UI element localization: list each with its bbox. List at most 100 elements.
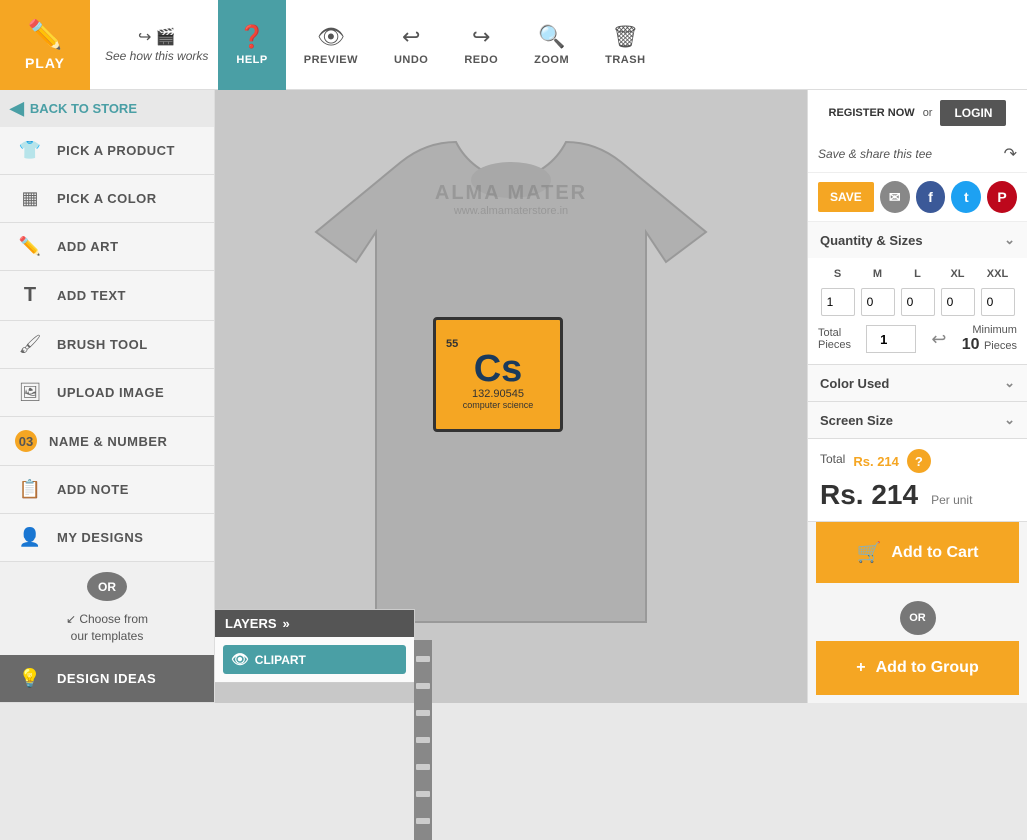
resize-handle[interactable] <box>416 818 430 824</box>
sidebar-item-brush-tool[interactable]: 🖌 BRUSH TOOL <box>0 321 214 369</box>
total-price-amount: Rs. 214 <box>853 454 899 469</box>
clipart-element[interactable]: 55 Cs 132.90545 computer science <box>433 317 563 432</box>
redo-icon: ↪ <box>472 24 490 50</box>
email-share-button[interactable]: ✉ <box>880 181 910 213</box>
layer-visibility-icon: 👁 <box>231 651 249 668</box>
size-input-xxl[interactable] <box>981 288 1015 316</box>
save-share-text: Save & share this tee <box>818 147 1004 161</box>
element-mass: 132.90545 <box>472 388 524 400</box>
twitter-share-button[interactable]: t <box>951 181 981 213</box>
screen-size-header[interactable]: Screen Size ⌄ <box>808 402 1027 438</box>
preview-button[interactable]: 👁 PREVIEW <box>286 0 376 90</box>
my-designs-label: MY DESIGNS <box>57 530 143 545</box>
price-section: Total Rs. 214 ? Rs. 214 Per unit <box>808 439 1027 522</box>
trash-label: TRASH <box>605 54 645 66</box>
sidebar-item-add-art[interactable]: ✏️ ADD ART <box>0 223 214 271</box>
sidebar-item-pick-color[interactable]: ▦ PICK A COLOR <box>0 175 214 223</box>
layers-panel: LAYERS » 👁 CLIPART <box>215 609 415 683</box>
resize-handle[interactable] <box>416 791 430 797</box>
total-row: TotalPieces ↩ Minimum 10 Pieces <box>818 324 1017 354</box>
add-text-label: ADD TEXT <box>57 288 126 303</box>
play-label: PLAY <box>25 55 65 71</box>
plus-icon: + <box>856 659 865 677</box>
color-used-section: Color Used ⌄ <box>808 365 1027 402</box>
tshirt-container: ALMA MATER www.almamaterstore.in 55 Cs 1… <box>296 132 726 662</box>
size-input-l[interactable] <box>901 288 935 316</box>
main-content: ◀ BACK TO STORE 👕 PICK A PRODUCT ▦ PICK … <box>0 90 1027 703</box>
qty-sizes-section: Quantity & Sizes ⌄ S M L XL XXL <box>808 222 1027 365</box>
redo-label: REDO <box>464 54 498 66</box>
size-input-s[interactable] <box>821 288 855 316</box>
zoom-button[interactable]: 🔍 ZOOM <box>516 0 587 90</box>
sidebar-item-design-ideas[interactable]: 💡 DESIGN IDEAS <box>0 655 214 703</box>
help-button[interactable]: ❓ HELP <box>218 0 285 90</box>
resize-handle[interactable] <box>416 737 430 743</box>
canvas-area[interactable]: ALMA MATER www.almamaterstore.in 55 Cs 1… <box>215 90 807 703</box>
min-value: 10 <box>962 336 980 353</box>
undo-button[interactable]: ↩ UNDO <box>376 0 446 90</box>
redo-button[interactable]: ↪ REDO <box>446 0 516 90</box>
color-used-header[interactable]: Color Used ⌄ <box>808 365 1027 401</box>
help-icon: ❓ <box>238 24 265 50</box>
text-icon: T <box>15 284 45 307</box>
name-number-label: NAME & NUMBER <box>49 434 167 449</box>
note-icon: 📋 <box>15 479 45 500</box>
person-icon: 👤 <box>15 527 45 548</box>
sidebar-item-add-note[interactable]: 📋 ADD NOTE <box>0 466 214 514</box>
see-how-button[interactable]: ↪ 🎬 See how this works <box>105 27 208 63</box>
help-label: HELP <box>236 54 267 66</box>
layer-item[interactable]: 👁 CLIPART <box>223 645 406 674</box>
element-symbol: Cs <box>474 350 523 388</box>
choose-arrow-icon: ↙ <box>66 612 76 626</box>
size-input-m[interactable] <box>861 288 895 316</box>
resize-handle[interactable] <box>416 764 430 770</box>
trash-icon: 🗑 <box>611 24 639 50</box>
total-price-row: Total Rs. 214 ? <box>820 449 1015 473</box>
or-divider-right: OR <box>900 601 936 635</box>
resize-handle[interactable] <box>416 656 430 662</box>
save-button[interactable]: SAVE <box>818 182 874 212</box>
choose-templates-button[interactable]: ↙ Choose from our templates <box>0 606 214 655</box>
zoom-label: ZOOM <box>534 54 569 66</box>
save-share-arrow-icon: ↷ <box>1004 144 1017 164</box>
resize-handle[interactable] <box>416 683 430 689</box>
price-row: Rs. 214 Per unit <box>820 479 1015 511</box>
upload-image-label: UPLOAD IMAGE <box>57 385 164 400</box>
preview-icon: 👁 <box>317 24 345 50</box>
color-icon: ▦ <box>15 188 45 209</box>
layer-clipart-label: CLIPART <box>255 653 306 667</box>
size-label-l: L <box>901 268 935 280</box>
reset-button[interactable]: ↩ <box>931 329 946 350</box>
total-pieces-input[interactable] <box>866 325 916 353</box>
auth-row: REGISTER NOW or LOGIN <box>808 90 1027 136</box>
add-to-group-button[interactable]: + Add to Group <box>816 641 1019 695</box>
total-label: Total <box>820 452 845 466</box>
pinterest-share-button[interactable]: P <box>987 181 1017 213</box>
trash-button[interactable]: 🗑 TRASH <box>587 0 663 90</box>
register-button[interactable]: REGISTER NOW <box>829 107 915 119</box>
add-art-label: ADD ART <box>57 239 119 254</box>
facebook-share-button[interactable]: f <box>916 181 946 213</box>
price-info-button[interactable]: ? <box>907 449 931 473</box>
design-ideas-icon: 💡 <box>15 668 45 689</box>
size-label-xxl: XXL <box>981 268 1015 280</box>
sidebar-item-name-number[interactable]: 03 NAME & NUMBER <box>0 417 214 466</box>
play-button[interactable]: ✏️ PLAY <box>0 0 90 90</box>
qty-sizes-chevron-icon: ⌄ <box>1004 232 1015 248</box>
sidebar-item-my-designs[interactable]: 👤 MY DESIGNS <box>0 514 214 562</box>
size-input-xl[interactable] <box>941 288 975 316</box>
qty-sizes-header[interactable]: Quantity & Sizes ⌄ <box>808 222 1027 258</box>
per-unit-label: Per unit <box>931 493 972 507</box>
choose-templates-line2: our templates <box>71 629 144 643</box>
login-button[interactable]: LOGIN <box>940 100 1006 126</box>
undo-label: UNDO <box>394 54 428 66</box>
resize-strip[interactable] <box>414 640 432 840</box>
add-to-cart-button[interactable]: 🛒 Add to Cart <box>816 522 1019 583</box>
sidebar-item-add-text[interactable]: T ADD TEXT <box>0 271 214 321</box>
layers-header[interactable]: LAYERS » <box>215 610 414 637</box>
resize-handle[interactable] <box>416 710 430 716</box>
art-icon: ✏️ <box>15 236 45 257</box>
sidebar-item-upload-image[interactable]: 🖼 UPLOAD IMAGE <box>0 369 214 417</box>
sidebar-item-pick-product[interactable]: 👕 PICK A PRODUCT <box>0 127 214 175</box>
back-to-store-button[interactable]: ◀ BACK TO STORE <box>0 90 214 127</box>
